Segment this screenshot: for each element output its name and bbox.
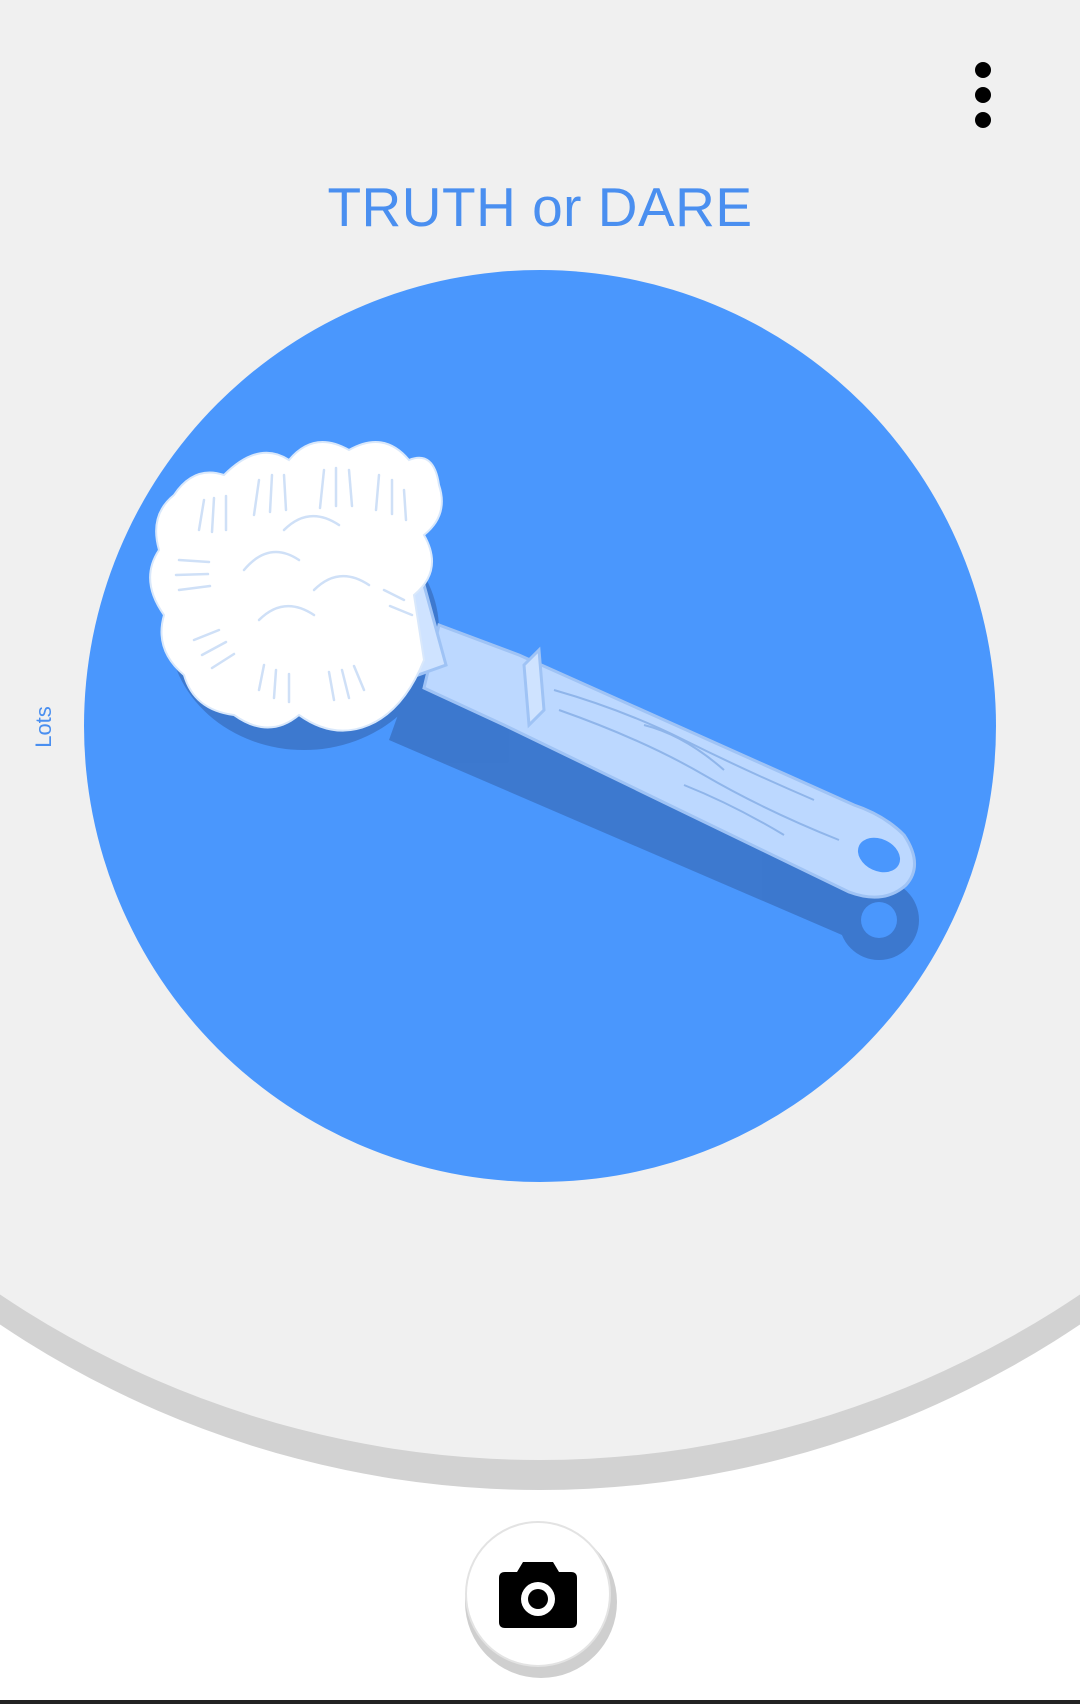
spin-wheel[interactable] (84, 270, 996, 1182)
more-vert-icon-dot (975, 112, 991, 128)
toilet-brush-icon (149, 441, 919, 960)
more-vert-icon-dot (975, 87, 991, 103)
bottom-divider (0, 1700, 1080, 1704)
camera-icon (499, 1562, 577, 1628)
more-vert-icon (975, 62, 991, 78)
screen: TRUTH or DARE Lots (0, 0, 1080, 1704)
overflow-menu-button[interactable] (950, 50, 1016, 140)
app-title: TRUTH or DARE (327, 176, 753, 238)
side-label: Lots (31, 706, 56, 748)
camera-button[interactable] (465, 1521, 611, 1667)
